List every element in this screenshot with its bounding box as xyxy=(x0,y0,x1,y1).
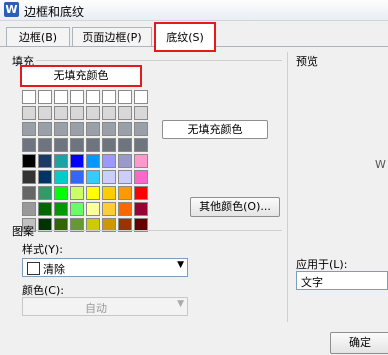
dropdown-arrow-icon: ▼ xyxy=(177,299,184,309)
color-swatch[interactable] xyxy=(134,122,148,136)
preview-section-label: 预览 xyxy=(296,55,318,68)
color-swatch[interactable] xyxy=(102,186,116,200)
color-swatch[interactable] xyxy=(54,138,68,152)
color-swatch[interactable] xyxy=(22,90,36,104)
dropdown-arrow-icon: ▼ xyxy=(177,260,184,270)
preview-sample-text: W xyxy=(375,158,386,171)
fill-group-line xyxy=(36,60,282,61)
no-fill-color-label: 无填充颜色 xyxy=(53,69,109,82)
apply-to-value: 文字 xyxy=(301,276,323,289)
color-swatch[interactable] xyxy=(22,122,36,136)
color-swatch[interactable] xyxy=(118,106,132,120)
color-swatch[interactable] xyxy=(54,90,68,104)
more-colors-button[interactable]: 其他颜色(O)... xyxy=(190,197,280,217)
color-swatch[interactable] xyxy=(22,202,36,216)
tab-page-borders[interactable]: 页面边框(P) xyxy=(72,27,152,46)
color-swatch[interactable] xyxy=(70,186,84,200)
color-swatch[interactable] xyxy=(102,122,116,136)
color-swatch[interactable] xyxy=(70,90,84,104)
color-palette xyxy=(22,90,148,232)
color-swatch[interactable] xyxy=(70,170,84,184)
color-swatch[interactable] xyxy=(86,202,100,216)
color-swatch[interactable] xyxy=(118,154,132,168)
color-swatch[interactable] xyxy=(118,138,132,152)
pattern-color-value: 自动 xyxy=(85,302,107,315)
color-swatch[interactable] xyxy=(38,106,52,120)
pattern-style-select[interactable]: 清除 ▼ xyxy=(22,258,188,277)
color-swatch[interactable] xyxy=(38,202,52,216)
color-swatch[interactable] xyxy=(70,154,84,168)
color-swatch[interactable] xyxy=(70,122,84,136)
preview-area xyxy=(296,68,388,246)
color-swatch[interactable] xyxy=(54,122,68,136)
color-swatch[interactable] xyxy=(70,106,84,120)
color-swatch[interactable] xyxy=(102,138,116,152)
pattern-color-select[interactable]: 自动 ▼ xyxy=(22,297,188,316)
color-swatch[interactable] xyxy=(54,170,68,184)
color-swatch[interactable] xyxy=(102,154,116,168)
color-swatch[interactable] xyxy=(22,170,36,184)
pattern-style-value: 清除 xyxy=(43,263,65,276)
color-swatch[interactable] xyxy=(134,106,148,120)
color-swatch[interactable] xyxy=(86,170,100,184)
no-fill-color-option[interactable]: 无填充颜色 xyxy=(20,65,142,87)
color-label: 颜色(C): xyxy=(22,284,64,297)
color-swatch[interactable] xyxy=(54,106,68,120)
color-swatch[interactable] xyxy=(38,138,52,152)
clear-swatch-icon xyxy=(27,262,40,275)
color-swatch[interactable] xyxy=(38,90,52,104)
pattern-group-line xyxy=(36,230,282,231)
color-swatch[interactable] xyxy=(38,186,52,200)
color-swatch[interactable] xyxy=(54,154,68,168)
window-title: 边框和底纹 xyxy=(24,5,85,19)
color-swatch[interactable] xyxy=(102,170,116,184)
selected-fill-display: 无填充颜色 xyxy=(162,120,268,139)
tab-borders[interactable]: 边框(B) xyxy=(6,27,70,46)
style-label: 样式(Y): xyxy=(22,243,64,256)
color-swatch[interactable] xyxy=(134,202,148,216)
color-swatch[interactable] xyxy=(70,202,84,216)
ok-button[interactable]: 确定 xyxy=(330,332,388,354)
color-swatch[interactable] xyxy=(86,122,100,136)
section-divider xyxy=(287,52,288,322)
color-swatch[interactable] xyxy=(86,90,100,104)
color-swatch[interactable] xyxy=(86,186,100,200)
apply-to-label: 应用于(L): xyxy=(296,258,348,271)
apply-to-select[interactable]: 文字 xyxy=(296,271,388,290)
color-swatch[interactable] xyxy=(118,90,132,104)
color-swatch[interactable] xyxy=(86,106,100,120)
color-swatch[interactable] xyxy=(134,186,148,200)
color-swatch[interactable] xyxy=(134,138,148,152)
color-swatch[interactable] xyxy=(38,170,52,184)
tab-shading[interactable]: 底纹(S) xyxy=(154,22,216,52)
color-swatch[interactable] xyxy=(118,122,132,136)
color-swatch[interactable] xyxy=(102,202,116,216)
color-swatch[interactable] xyxy=(134,170,148,184)
color-swatch[interactable] xyxy=(134,90,148,104)
color-swatch[interactable] xyxy=(38,154,52,168)
color-swatch[interactable] xyxy=(54,202,68,216)
color-swatch[interactable] xyxy=(86,138,100,152)
color-swatch[interactable] xyxy=(86,154,100,168)
color-swatch[interactable] xyxy=(22,106,36,120)
color-swatch[interactable] xyxy=(38,122,52,136)
color-swatch[interactable] xyxy=(70,138,84,152)
color-swatch[interactable] xyxy=(54,186,68,200)
color-swatch[interactable] xyxy=(118,170,132,184)
color-swatch[interactable] xyxy=(118,202,132,216)
color-swatch[interactable] xyxy=(134,154,148,168)
pattern-section-label: 图案 xyxy=(12,225,34,238)
color-swatch[interactable] xyxy=(102,90,116,104)
color-swatch[interactable] xyxy=(102,106,116,120)
color-swatch[interactable] xyxy=(22,138,36,152)
color-swatch[interactable] xyxy=(118,186,132,200)
app-icon: W xyxy=(4,2,19,17)
color-swatch[interactable] xyxy=(22,186,36,200)
title-bar: W 边框和底纹 xyxy=(0,0,388,21)
color-swatch[interactable] xyxy=(22,154,36,168)
